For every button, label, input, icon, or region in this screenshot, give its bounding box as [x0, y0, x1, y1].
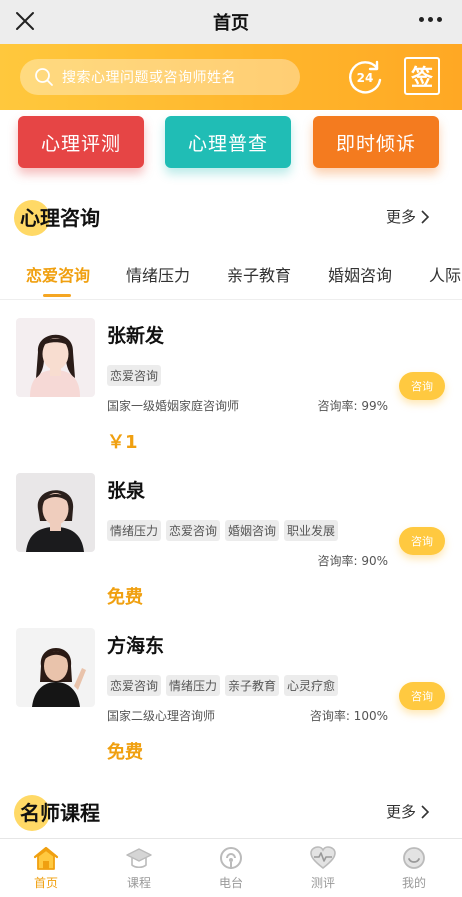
- tabbar-item-radio[interactable]: 电台: [201, 845, 261, 891]
- consult-button[interactable]: 咨询: [399, 372, 445, 400]
- header-banner: 搜索心理问题或咨询师姓名 24 签: [0, 44, 462, 110]
- bottom-tab-bar: 首页 课程 电台 测评 我的: [0, 838, 462, 897]
- search-placeholder: 搜索心理问题或咨询师姓名: [62, 70, 236, 86]
- sign-in-label: 签: [410, 66, 433, 91]
- chevron-right-icon: [421, 209, 430, 224]
- counselor-name: 张新发: [107, 325, 165, 347]
- tag: 婚姻咨询: [225, 520, 280, 541]
- course-section-title: 名师课程: [20, 801, 100, 825]
- tag: 心灵疗愈: [284, 675, 339, 696]
- smile-face-icon: [403, 847, 425, 869]
- page-title: 首页: [213, 13, 249, 34]
- consult-section-title: 心理咨询: [20, 206, 100, 230]
- counselor-card[interactable]: 张新发 恋爱咨询 国家一级婚姻家庭咨询师 咨询率: 99% ￥1 咨询: [0, 318, 462, 468]
- psych-test-button[interactable]: 心理评测: [18, 116, 144, 168]
- counselor-avatar: [16, 628, 95, 707]
- counselor-avatar: [16, 318, 95, 397]
- tag: 亲子教育: [225, 675, 280, 696]
- counselor-card[interactable]: 方海东 恋爱咨询 情绪压力 亲子教育 心灵疗愈 国家二级心理咨询师 咨询率: 1…: [0, 628, 462, 778]
- tag: 情绪压力: [107, 520, 162, 541]
- 24-hour-label: 24: [357, 71, 374, 85]
- home-icon: [33, 846, 59, 870]
- tabbar-label: 课程: [126, 876, 151, 890]
- counselor-price: 免费: [107, 587, 143, 608]
- nav-bar: 首页: [0, 0, 462, 44]
- close-icon[interactable]: [12, 8, 38, 34]
- counselor-tags: 情绪压力 恋爱咨询 婚姻咨询 职业发展: [107, 520, 339, 541]
- counselor-name: 张泉: [107, 480, 146, 502]
- course-section-header: 名师课程 更多: [14, 793, 444, 831]
- tab-marriage[interactable]: 婚姻咨询: [328, 262, 392, 286]
- tabbar-item-assessment[interactable]: 测评: [293, 845, 353, 891]
- tabbar-item-home[interactable]: 首页: [16, 845, 76, 891]
- sign-in-icon[interactable]: 签: [404, 57, 440, 95]
- active-tab-indicator: [43, 294, 71, 297]
- chevron-right-icon: [421, 804, 430, 819]
- tabbar-item-courses[interactable]: 课程: [109, 845, 169, 891]
- 24-hour-service-icon[interactable]: 24: [346, 58, 384, 96]
- search-icon: [35, 68, 53, 86]
- tag: 职业发展: [284, 520, 339, 541]
- consult-button[interactable]: 咨询: [399, 682, 445, 710]
- counselor-avatar: [16, 473, 95, 552]
- graduation-cap-icon: [126, 848, 152, 869]
- tabbar-item-mine[interactable]: 我的: [384, 845, 444, 891]
- more-label: 更多: [385, 208, 416, 226]
- heart-pulse-icon: [310, 846, 336, 870]
- more-menu-icon[interactable]: [419, 17, 442, 22]
- search-input[interactable]: 搜索心理问题或咨询师姓名: [20, 59, 300, 95]
- tabbar-label: 我的: [401, 876, 426, 890]
- tabbar-label: 首页: [33, 876, 58, 890]
- tag: 恋爱咨询: [166, 520, 221, 541]
- counselor-price: ￥1: [107, 432, 138, 453]
- more-label: 更多: [385, 803, 416, 821]
- counselor-title: 国家二级心理咨询师: [107, 709, 216, 723]
- tab-emotion-stress[interactable]: 情绪压力: [126, 262, 190, 286]
- consult-section-header: 心理咨询 更多: [14, 198, 444, 236]
- counselor-name: 方海东: [107, 635, 165, 657]
- counselor-tags: 恋爱咨询 情绪压力 亲子教育 心灵疗愈: [107, 675, 339, 696]
- course-more-link[interactable]: 更多: [386, 801, 430, 822]
- counselor-title: 国家一级婚姻家庭咨询师: [107, 399, 240, 413]
- psych-survey-button[interactable]: 心理普查: [165, 116, 291, 168]
- tag: 恋爱咨询: [107, 675, 162, 696]
- counselor-tags: 恋爱咨询: [107, 365, 162, 386]
- tab-love[interactable]: 恋爱咨询: [26, 262, 90, 286]
- counselor-card[interactable]: 张泉 情绪压力 恋爱咨询 婚姻咨询 职业发展 咨询率: 90% 免费 咨询: [0, 473, 462, 623]
- tag: 情绪压力: [166, 675, 221, 696]
- consult-rate: 咨询率: 100%: [309, 709, 388, 723]
- tabbar-label: 测评: [310, 876, 335, 890]
- radio-icon: [220, 847, 242, 869]
- consult-button[interactable]: 咨询: [399, 527, 445, 555]
- consult-rate: 咨询率: 90%: [317, 554, 388, 568]
- instant-talk-button[interactable]: 即时倾诉: [313, 116, 439, 168]
- counselor-price: 免费: [107, 742, 143, 763]
- consult-more-link[interactable]: 更多: [386, 206, 430, 227]
- tag: 恋爱咨询: [107, 365, 162, 386]
- tab-interpersonal[interactable]: 人际: [429, 262, 461, 286]
- consult-rate: 咨询率: 99%: [317, 399, 388, 413]
- tab-parenting[interactable]: 亲子教育: [227, 262, 291, 286]
- tabbar-label: 电台: [218, 876, 243, 890]
